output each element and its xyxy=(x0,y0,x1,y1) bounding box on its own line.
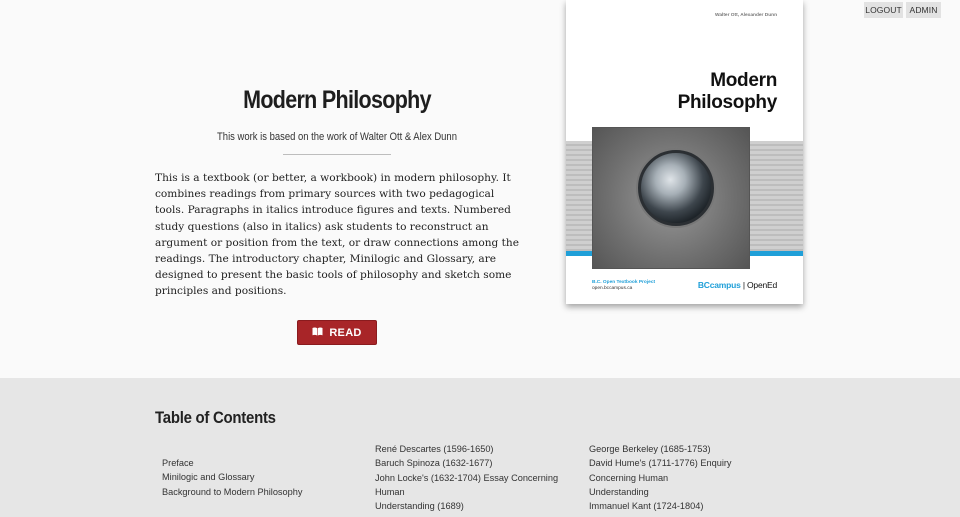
lens-image xyxy=(638,150,714,226)
cover-brand: BCcampus xyxy=(697,280,741,290)
toc-item[interactable]: Baruch Spinoza (1632-1677) xyxy=(375,456,565,470)
table-of-contents: Table of Contents Preface Minilogic and … xyxy=(0,378,960,517)
book-open-icon xyxy=(312,327,323,339)
toc-item[interactable]: Understanding xyxy=(589,485,779,499)
cover-title-line-2: Philosophy xyxy=(677,92,778,113)
cover-publisher-logo: BCcampus | OpenEd xyxy=(697,280,777,290)
book-title: Modern Philosophy xyxy=(243,86,431,114)
book-cover: Walter Ott, Alexander Dunn Modern Philos… xyxy=(566,0,803,304)
cover-publisher-info: B.C. Open Textbook Project open.bccampus… xyxy=(592,280,655,292)
toc-item[interactable]: Preface xyxy=(162,456,342,470)
divider xyxy=(283,154,391,155)
cover-title: Modern Philosophy xyxy=(677,70,778,114)
book-description: This is a textbook (or better, a workboo… xyxy=(155,172,520,298)
toc-item[interactable]: Minilogic and Glossary xyxy=(162,470,342,484)
toc-item[interactable]: John Locke's (1632-1704) Essay Concernin… xyxy=(375,471,565,500)
toc-item[interactable]: George Berkeley (1685-1753) xyxy=(589,442,779,456)
admin-button[interactable]: ADMIN xyxy=(906,2,941,18)
cover-title-line-1: Modern xyxy=(710,70,777,91)
book-attribution: This work is based on the work of Walter… xyxy=(217,131,457,143)
toc-item[interactable]: David Hume's (1711-1776) Enquiry Concern… xyxy=(589,456,779,485)
toc-item[interactable]: Immanuel Kant (1724-1804) xyxy=(589,499,779,513)
toc-item[interactable]: Background to Modern Philosophy xyxy=(162,485,342,499)
cover-brand-opened: OpenEd xyxy=(747,280,777,290)
logout-button[interactable]: LOGOUT xyxy=(864,2,903,18)
cover-project-url: open.bccampus.ca xyxy=(592,286,633,291)
read-button[interactable]: READ xyxy=(297,320,377,345)
cover-authors: Walter Ott, Alexander Dunn xyxy=(714,13,777,18)
toc-column-1: Preface Minilogic and Glossary Backgroun… xyxy=(162,456,342,499)
toc-heading: Table of Contents xyxy=(155,408,276,427)
read-button-label: READ xyxy=(329,326,362,339)
cover-photo xyxy=(592,127,750,269)
toc-item[interactable]: René Descartes (1596-1650) xyxy=(375,442,565,456)
toc-column-2: René Descartes (1596-1650) Baruch Spinoz… xyxy=(375,442,565,513)
toc-item[interactable]: Understanding (1689) xyxy=(375,499,565,513)
toc-column-3: George Berkeley (1685-1753) David Hume's… xyxy=(589,442,779,513)
